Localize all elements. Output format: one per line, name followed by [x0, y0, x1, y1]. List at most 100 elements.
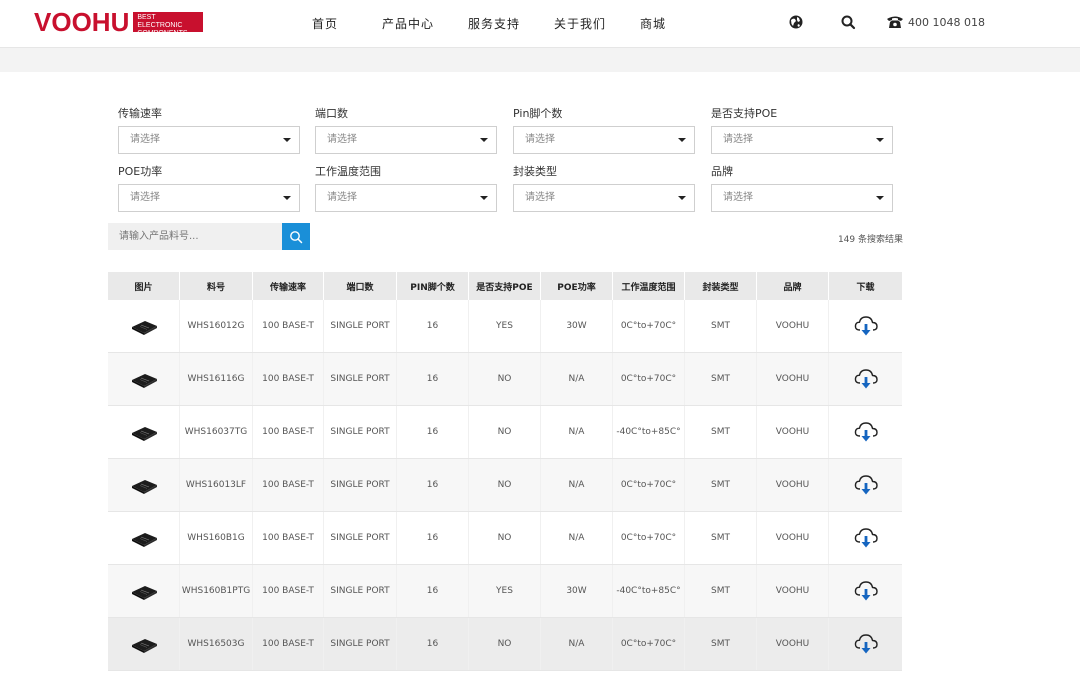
filter-temperature-select[interactable]: 请选择: [315, 184, 497, 212]
cloud-download-icon[interactable]: [853, 526, 879, 550]
package-cell: SMT: [685, 565, 757, 617]
search-icon[interactable]: [840, 14, 856, 30]
cloud-download-icon[interactable]: [853, 632, 879, 656]
table-row[interactable]: WHS16503G 100 BASE-T SINGLE PORT 16 NO N…: [108, 618, 902, 671]
globe-icon[interactable]: [788, 14, 804, 30]
table-body: WHS16012G 100 BASE-T SINGLE PORT 16 YES …: [108, 300, 902, 671]
product-chip-image[interactable]: [129, 422, 159, 442]
package-cell: SMT: [685, 353, 757, 405]
cloud-download-icon[interactable]: [853, 314, 879, 338]
filter-brand: 品牌 请选择: [711, 165, 893, 212]
ports-cell: SINGLE PORT: [324, 300, 397, 352]
column-header-poe: 是否支持POE: [469, 272, 541, 300]
part-number-cell[interactable]: WHS16116G: [180, 353, 253, 405]
filter-poe-power-select[interactable]: 请选择: [118, 184, 300, 212]
ports-cell: SINGLE PORT: [324, 406, 397, 458]
header-band: [0, 48, 1080, 72]
part-number-cell[interactable]: WHS16037TG: [180, 406, 253, 458]
part-number-cell[interactable]: WHS16012G: [180, 300, 253, 352]
table-row[interactable]: WHS16013LF 100 BASE-T SINGLE PORT 16 NO …: [108, 459, 902, 512]
ports-cell: SINGLE PORT: [324, 353, 397, 405]
column-header-ports: 端口数: [324, 272, 397, 300]
caret-down-icon: [678, 196, 686, 200]
product-chip-image[interactable]: [129, 369, 159, 389]
nav-support[interactable]: 服务支持: [468, 15, 520, 32]
main-nav: 首页 产品中心 服务支持 关于我们 商城: [312, 0, 700, 46]
part-number-cell[interactable]: WHS160B1G: [180, 512, 253, 564]
poe-power-cell: 30W: [541, 565, 613, 617]
logo-tagline: BEST ELECTRONIC COMPONENTS: [133, 12, 204, 37]
product-chip-image[interactable]: [129, 475, 159, 495]
filter-label: POE功率: [118, 165, 163, 178]
product-chip-image[interactable]: [129, 528, 159, 548]
cloud-download-icon[interactable]: [853, 420, 879, 444]
table-header: 图片 料号 传输速率 端口数 PIN脚个数 是否支持POE POE功率 工作温度…: [108, 272, 902, 300]
speed-cell: 100 BASE-T: [253, 459, 324, 511]
filter-label: 工作温度范围: [315, 165, 381, 178]
select-value: 请选择: [723, 192, 753, 203]
brand-cell: VOOHU: [757, 353, 829, 405]
caret-down-icon: [283, 138, 291, 142]
filter-package: 封装类型 请选择: [513, 165, 695, 212]
logo[interactable]: VOOHU BEST ELECTRONIC COMPONENTS: [34, 9, 204, 37]
temperature-cell: 0C°to+70C°: [613, 300, 685, 352]
phone-number[interactable]: 400 1048 018: [908, 16, 985, 29]
nav-mall[interactable]: 商城: [640, 15, 666, 32]
logo-tagline-line1: BEST ELECTRONIC: [137, 14, 183, 29]
filter-pins-select[interactable]: 请选择: [513, 126, 695, 154]
temperature-cell: 0C°to+70C°: [613, 618, 685, 670]
filter-label: 品牌: [711, 165, 733, 178]
nav-home[interactable]: 首页: [312, 15, 348, 32]
product-chip-image[interactable]: [129, 581, 159, 601]
filter-package-select[interactable]: 请选择: [513, 184, 695, 212]
phone-icon: [887, 16, 903, 28]
cloud-download-icon[interactable]: [853, 473, 879, 497]
speed-cell: 100 BASE-T: [253, 512, 324, 564]
cloud-download-icon[interactable]: [853, 579, 879, 603]
nav-products[interactable]: 产品中心: [382, 15, 434, 32]
part-number-cell[interactable]: WHS16503G: [180, 618, 253, 670]
select-value: 请选择: [525, 192, 555, 203]
pins-cell: 16: [397, 618, 469, 670]
filter-poe-select[interactable]: 请选择: [711, 126, 893, 154]
table-row[interactable]: WHS16116G 100 BASE-T SINGLE PORT 16 NO N…: [108, 353, 902, 406]
filter-label: 传输速率: [118, 107, 162, 120]
table-row[interactable]: WHS16012G 100 BASE-T SINGLE PORT 16 YES …: [108, 300, 902, 353]
search-button[interactable]: [282, 223, 310, 250]
speed-cell: 100 BASE-T: [253, 406, 324, 458]
product-table: 图片 料号 传输速率 端口数 PIN脚个数 是否支持POE POE功率 工作温度…: [108, 272, 902, 671]
product-chip-image[interactable]: [129, 634, 159, 654]
pins-cell: 16: [397, 459, 469, 511]
filter-brand-select[interactable]: 请选择: [711, 184, 893, 212]
brand-cell: VOOHU: [757, 300, 829, 352]
part-number-search-input[interactable]: [108, 223, 282, 250]
filter-label: Pin脚个数: [513, 107, 563, 120]
package-cell: SMT: [685, 459, 757, 511]
poe-cell: YES: [469, 300, 541, 352]
poe-power-cell: N/A: [541, 512, 613, 564]
table-row[interactable]: WHS160B1G 100 BASE-T SINGLE PORT 16 NO N…: [108, 512, 902, 565]
product-chip-image[interactable]: [129, 316, 159, 336]
download-cell: [829, 459, 902, 511]
ports-cell: SINGLE PORT: [324, 618, 397, 670]
download-cell: [829, 618, 902, 670]
logo-tagline-line2: COMPONENTS: [137, 30, 188, 37]
package-cell: SMT: [685, 618, 757, 670]
pins-cell: 16: [397, 512, 469, 564]
table-row[interactable]: WHS160B1PTG 100 BASE-T SINGLE PORT 16 YE…: [108, 565, 902, 618]
nav-about[interactable]: 关于我们: [554, 15, 606, 32]
poe-cell: NO: [469, 512, 541, 564]
package-cell: SMT: [685, 512, 757, 564]
speed-cell: 100 BASE-T: [253, 618, 324, 670]
caret-down-icon: [678, 138, 686, 142]
pins-cell: 16: [397, 565, 469, 617]
select-value: 请选择: [130, 192, 160, 203]
part-number-cell[interactable]: WHS16013LF: [180, 459, 253, 511]
filter-speed-select[interactable]: 请选择: [118, 126, 300, 154]
poe-cell: NO: [469, 353, 541, 405]
temperature-cell: 0C°to+70C°: [613, 459, 685, 511]
part-number-cell[interactable]: WHS160B1PTG: [180, 565, 253, 617]
cloud-download-icon[interactable]: [853, 367, 879, 391]
table-row[interactable]: WHS16037TG 100 BASE-T SINGLE PORT 16 NO …: [108, 406, 902, 459]
filter-ports-select[interactable]: 请选择: [315, 126, 497, 154]
